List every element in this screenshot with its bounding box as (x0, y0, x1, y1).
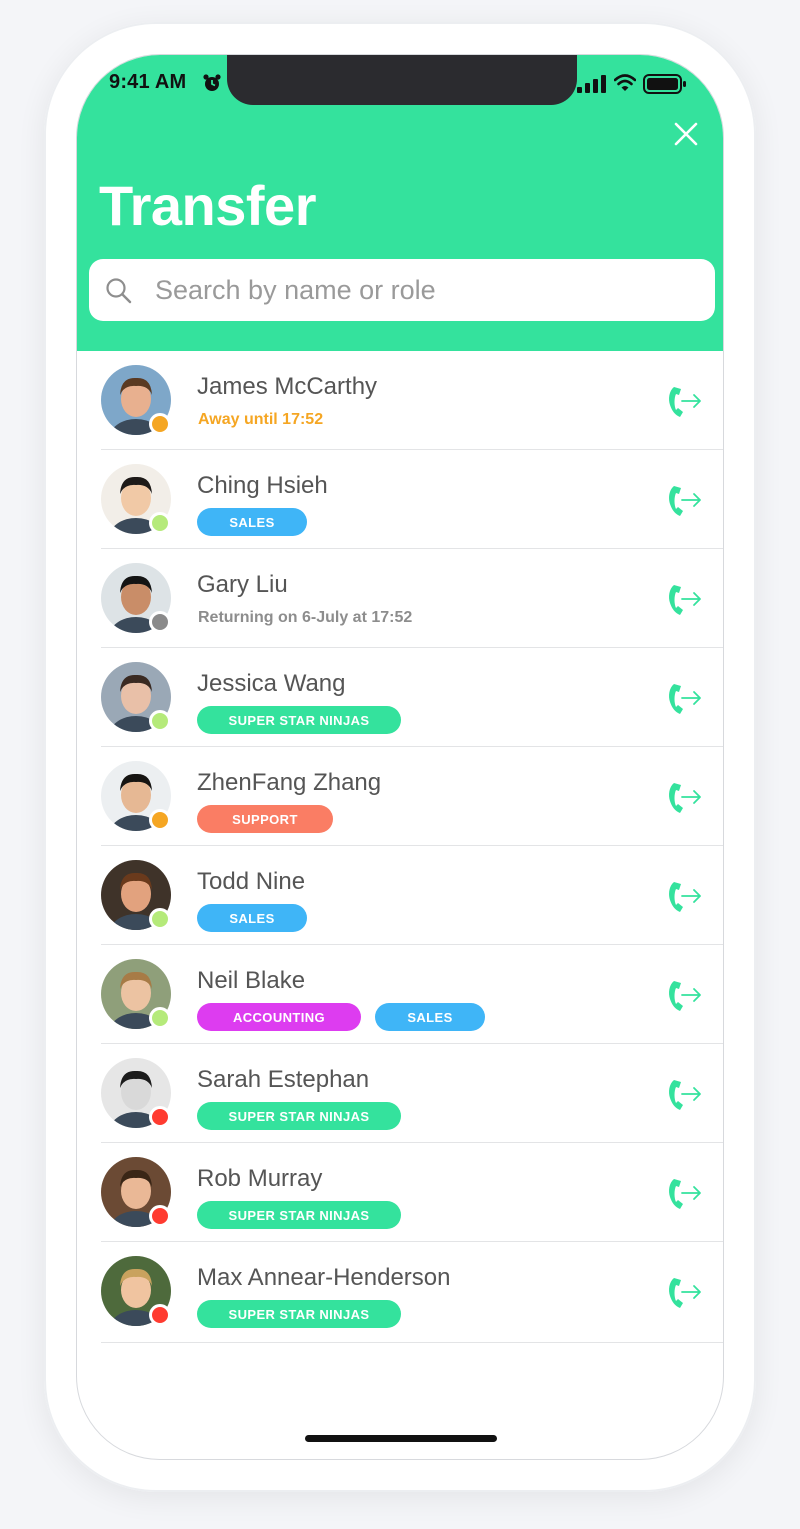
phone-screen: 9:41 AM Transfer Search by name or role … (76, 54, 724, 1460)
contact-name: Gary Liu (197, 571, 288, 598)
wifi-icon (614, 74, 636, 91)
role-tag: SUPER STAR NINJAS (197, 1300, 401, 1328)
cellular-signal-icon (577, 75, 606, 93)
transfer-call-icon[interactable] (665, 876, 705, 916)
transfer-call-icon[interactable] (665, 975, 705, 1015)
transfer-call-icon[interactable] (665, 1173, 705, 1213)
contact-name: Max Annear-Henderson (197, 1264, 451, 1291)
contact-name: Ching Hsieh (197, 472, 328, 499)
contact-row[interactable]: Jessica Wang SUPER STAR NINJAS (101, 648, 723, 747)
contact-row[interactable]: James McCarthy Away until 17:52 (101, 351, 723, 450)
contact-status-text: Returning on 6-July at 17:52 (198, 609, 413, 626)
presence-dot-away (149, 809, 171, 831)
transfer-call-icon[interactable] (665, 579, 705, 619)
presence-dot-busy (149, 1106, 171, 1128)
contact-name: Sarah Estephan (197, 1066, 370, 1093)
role-tag: SUPER STAR NINJAS (197, 706, 401, 734)
transfer-call-icon[interactable] (665, 480, 705, 520)
contact-row[interactable]: Rob Murray SUPER STAR NINJAS (101, 1143, 723, 1242)
contact-name: Neil Blake (197, 967, 306, 994)
close-icon[interactable] (673, 121, 699, 147)
role-tag: SUPPORT (197, 805, 333, 833)
contact-row[interactable]: Todd Nine SALES (101, 846, 723, 945)
role-tag: SALES (197, 904, 307, 932)
contact-name: Rob Murray (197, 1165, 323, 1192)
contact-name: Jessica Wang (197, 670, 346, 697)
transfer-call-icon[interactable] (665, 1074, 705, 1114)
contact-row[interactable]: Gary Liu Returning on 6-July at 17:52 (101, 549, 723, 648)
transfer-call-icon[interactable] (665, 381, 705, 421)
device-notch (227, 55, 577, 105)
transfer-call-icon[interactable] (665, 678, 705, 718)
presence-dot-busy (149, 1205, 171, 1227)
contact-row[interactable]: Ching Hsieh SALES (101, 450, 723, 549)
transfer-call-icon[interactable] (665, 777, 705, 817)
presence-dot-online (149, 710, 171, 732)
presence-dot-offline (149, 611, 171, 633)
transfer-call-icon[interactable] (665, 1272, 705, 1312)
role-tag: SALES (197, 508, 307, 536)
page-title: Transfer (99, 174, 317, 237)
search-box[interactable] (89, 259, 715, 321)
presence-dot-online (149, 908, 171, 930)
role-tag: SUPER STAR NINJAS (197, 1201, 401, 1229)
role-tag: SALES (375, 1003, 485, 1031)
presence-dot-online (149, 512, 171, 534)
contact-name: Todd Nine (197, 868, 306, 895)
search-icon (106, 278, 132, 304)
contact-row[interactable]: Sarah Estephan SUPER STAR NINJAS (101, 1044, 723, 1143)
contact-row[interactable]: Neil Blake ACCOUNTING SALES (101, 945, 723, 1044)
contact-name: James McCarthy (197, 373, 378, 400)
contact-name: ZhenFang Zhang (197, 769, 382, 796)
presence-dot-online (149, 1007, 171, 1029)
contact-list: James McCarthy Away until 17:52 Ching Hsi… (77, 351, 723, 1343)
presence-dot-busy (149, 1304, 171, 1326)
status-time: 9:41 AM (109, 71, 187, 93)
contact-row[interactable]: Max Annear-Henderson SUPER STAR NINJAS (101, 1242, 723, 1343)
role-tag: SUPER STAR NINJAS (197, 1102, 401, 1130)
home-indicator[interactable] (305, 1435, 497, 1442)
header: 9:41 AM Transfer (77, 55, 723, 351)
presence-dot-away (149, 413, 171, 435)
role-tag: ACCOUNTING (197, 1003, 361, 1031)
contact-status-text: Away until 17:52 (198, 411, 324, 428)
contact-row[interactable]: ZhenFang Zhang SUPPORT (101, 747, 723, 846)
alarm-icon (203, 74, 221, 91)
battery-icon (643, 74, 686, 94)
search-input[interactable] (155, 269, 695, 311)
